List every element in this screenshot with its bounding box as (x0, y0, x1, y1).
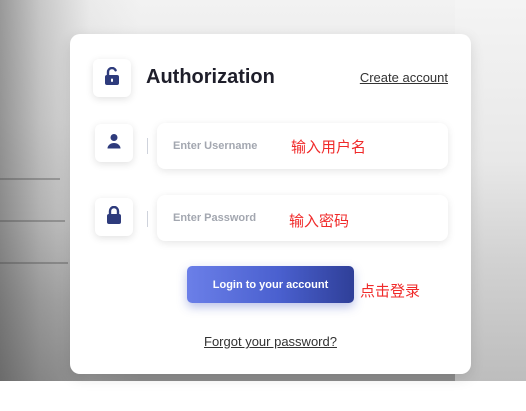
password-input[interactable] (173, 209, 275, 227)
field-divider (147, 211, 148, 227)
login-card: Authorization Create account 输入用户名 输入密码 … (70, 34, 471, 374)
login-button[interactable]: Login to your account (187, 266, 354, 303)
background-detail (0, 178, 60, 180)
username-icon-box (95, 124, 133, 162)
login-annotation: 点击登录 (360, 282, 421, 300)
password-icon-box (95, 198, 133, 236)
background-detail (0, 220, 65, 222)
header-icon-box (93, 59, 131, 97)
page-title: Authorization (146, 66, 275, 88)
password-annotation: 输入密码 (289, 212, 350, 230)
background-detail (0, 262, 68, 264)
username-annotation: 输入用户名 (291, 138, 367, 156)
forgot-password-link[interactable]: Forgot your password? (70, 334, 471, 349)
username-input[interactable] (173, 137, 275, 155)
field-divider (147, 138, 148, 154)
lock-open-icon (104, 66, 120, 90)
page-bottom (0, 381, 526, 411)
lock-icon (106, 205, 122, 229)
create-account-link[interactable]: Create account (360, 70, 448, 85)
user-icon (106, 133, 122, 154)
